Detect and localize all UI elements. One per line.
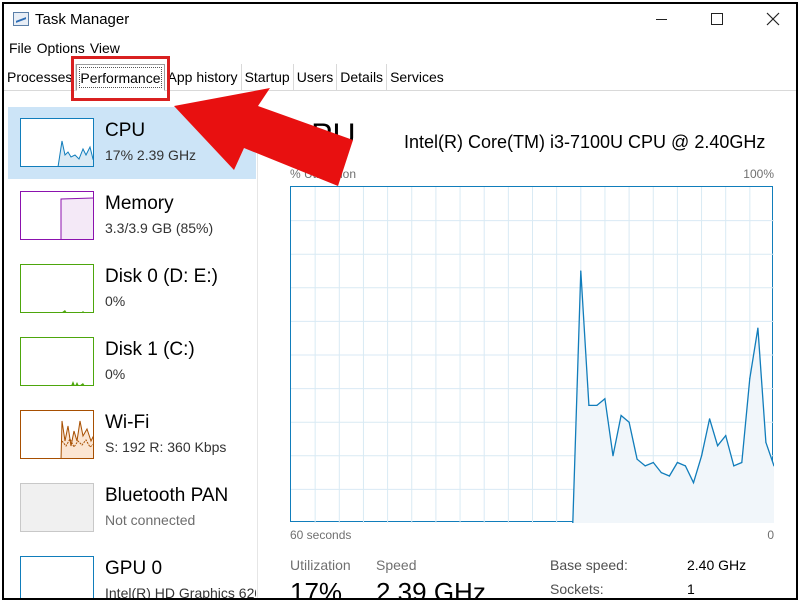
wifi-thumbnail-graph — [20, 410, 94, 459]
bluetooth-thumbnail-graph — [20, 483, 94, 532]
resource-name: Bluetooth PAN — [105, 485, 229, 506]
menu-options[interactable]: Options — [36, 40, 89, 60]
sockets-label: Sockets: — [550, 581, 604, 597]
cpu-usage-point — [717, 445, 719, 447]
disk0-thumbnail-sparkline — [62, 310, 84, 312]
cpu-detail-pane: CPU Intel(R) Core(TM) i3-7100U CPU @ 2.4… — [257, 92, 796, 600]
tab-users[interactable]: Users — [294, 64, 338, 91]
tab-startup[interactable]: Startup — [242, 64, 294, 91]
cpu-usage-point — [588, 404, 590, 406]
memory-thumbnail-graph — [20, 191, 94, 240]
resource-detail: Intel(R) HD Graphics 620 — [105, 585, 256, 600]
menu-view[interactable]: View — [89, 40, 124, 60]
memory-thumbnail-sparkline — [60, 197, 93, 239]
disk1-thumbnail-sparkline — [71, 381, 85, 385]
graph-x-right: 0 — [767, 528, 774, 542]
cpu-usage-point — [692, 482, 695, 484]
speed-value: 2.39 GHz — [376, 577, 486, 600]
resource-detail: 0% — [105, 293, 126, 309]
resource-detail: 17% 2.39 GHz — [105, 147, 197, 163]
cpu-usage-point — [757, 327, 759, 329]
resource-item-memory[interactable]: Memory 3.3/3.9 GB (85%) — [8, 180, 256, 252]
utilization-label: Utilization — [290, 557, 351, 573]
cpu-model-name: Intel(R) Core(TM) i3-7100U CPU @ 2.40GHz — [404, 132, 766, 152]
tab-processes[interactable]: Processes — [4, 64, 77, 91]
graph-y-max: 100% — [743, 167, 774, 181]
menu-file[interactable]: File — [8, 40, 36, 60]
resource-detail: S: 192 R: 360 Kbps — [105, 439, 227, 455]
resource-name: Memory — [105, 193, 174, 214]
speed-label: Speed — [376, 557, 417, 573]
cpu-usage-point — [676, 461, 678, 464]
resource-item-wifi[interactable]: Wi-Fi S: 192 R: 360 Kbps — [8, 399, 256, 471]
sockets-value: 1 — [687, 581, 695, 597]
resource-name: Disk 0 (D: E:) — [105, 266, 218, 287]
cpu-usage-point — [644, 465, 646, 467]
title-bar: Task Manager — [4, 4, 796, 34]
disk1-thumbnail-graph — [20, 337, 94, 386]
cpu-usage-point — [636, 458, 638, 460]
tab-details[interactable]: Details — [337, 64, 388, 91]
task-manager-icon — [13, 12, 29, 26]
resource-item-disk-1[interactable]: Disk 1 (C:) 0% — [8, 326, 256, 398]
minimize-icon — [655, 18, 667, 20]
cpu-usage-point — [709, 418, 711, 420]
close-button[interactable] — [750, 4, 796, 34]
resource-name: Disk 1 (C:) — [105, 339, 195, 360]
cpu-usage-point — [741, 461, 743, 464]
cpu-usage-point — [612, 455, 614, 457]
resource-item-gpu-0[interactable]: GPU 0 Intel(R) HD Graphics 620 — [8, 545, 256, 600]
cpu-usage-point — [684, 465, 686, 467]
close-icon — [766, 12, 780, 26]
resource-name: CPU — [105, 120, 146, 141]
cpu-utilization-graph — [290, 186, 774, 523]
window-title: Task Manager — [35, 11, 130, 28]
cpu-usage-point — [701, 455, 703, 457]
graph-y-label: % Utilization — [290, 167, 357, 181]
graph-x-left: 60 seconds — [290, 528, 352, 542]
resource-item-cpu[interactable]: CPU 17% 2.39 GHz — [8, 107, 256, 179]
resource-item-bluetooth-pan[interactable]: Bluetooth PAN Not connected — [8, 472, 256, 544]
tab-performance[interactable]: Performance — [76, 64, 165, 91]
resource-item-disk-0[interactable]: Disk 0 (D: E:) 0% — [8, 253, 256, 325]
maximize-button[interactable] — [694, 4, 740, 34]
tab-services[interactable]: Services — [387, 64, 447, 91]
cpu-utilization-chart — [291, 187, 774, 523]
cpu-usage-point — [660, 472, 662, 474]
cpu-thumbnail-graph — [20, 118, 94, 167]
cpu-usage-point — [733, 465, 735, 467]
cpu-usage-point — [580, 270, 582, 272]
base-speed-value: 2.40 GHz — [687, 557, 747, 573]
tab-strip: Processes Performance App history Startu… — [4, 64, 796, 91]
cpu-usage-point — [604, 398, 606, 400]
cpu-usage-area — [572, 271, 774, 523]
cpu-usage-point — [620, 414, 622, 417]
cpu-usage-point — [765, 441, 767, 443]
task-manager-window: Task Manager File Options View Processes… — [2, 2, 798, 600]
cpu-usage-point — [725, 435, 727, 437]
cpu-usage-point — [628, 421, 630, 423]
resource-detail: 3.3/3.9 GB (85%) — [105, 220, 214, 236]
resource-name: Wi-Fi — [105, 412, 150, 433]
cpu-usage-point — [668, 475, 670, 477]
resource-detail: Not connected — [105, 512, 196, 528]
disk0-thumbnail-graph — [20, 264, 94, 313]
gpu-thumbnail-graph — [20, 556, 94, 598]
cpu-usage-point — [652, 461, 654, 464]
wifi-thumbnail-sparkline — [60, 420, 93, 458]
detail-title: CPU — [288, 117, 356, 153]
maximize-icon — [711, 13, 723, 25]
resource-name: GPU 0 — [105, 558, 163, 579]
resource-list: CPU 17% 2.39 GHz Memory 3.3/3.9 GB (85%)… — [4, 92, 256, 600]
cpu-thumbnail-sparkline — [57, 140, 93, 166]
tab-app-history[interactable]: App history — [165, 64, 242, 91]
resource-detail: 0% — [105, 366, 126, 382]
cpu-usage-point — [749, 377, 751, 380]
cpu-usage-point — [596, 404, 598, 406]
utilization-value: 17% — [290, 577, 343, 600]
base-speed-label: Base speed: — [550, 557, 628, 573]
minimize-button[interactable] — [638, 4, 684, 34]
menu-bar: File Options View — [8, 40, 124, 60]
